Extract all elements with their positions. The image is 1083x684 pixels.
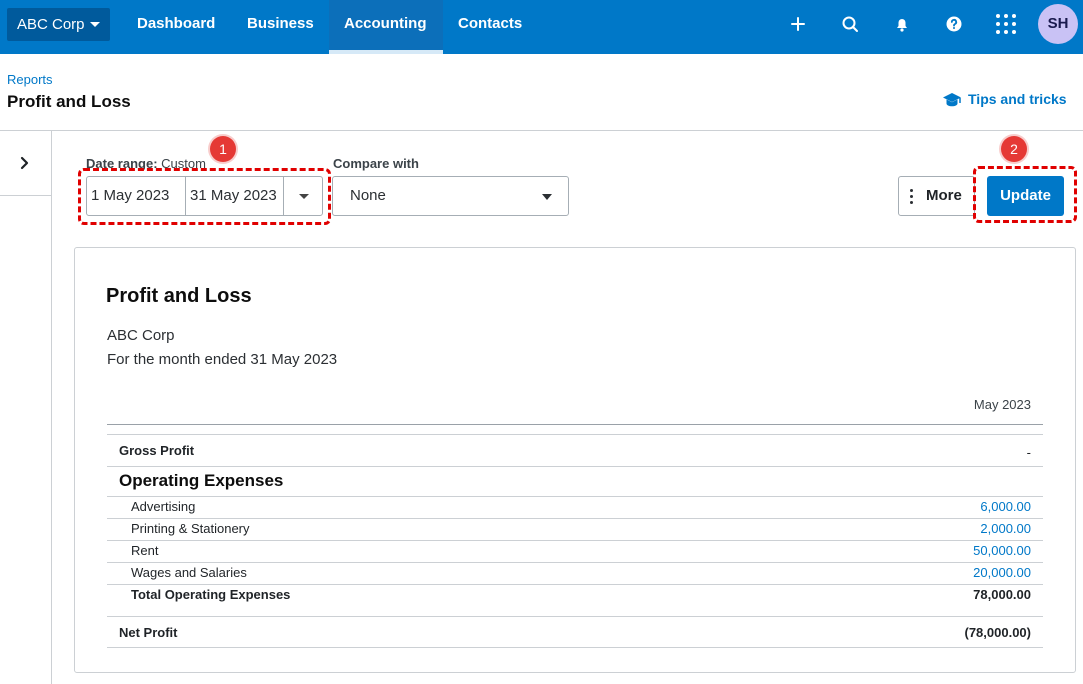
annotation-highlight-update bbox=[973, 166, 1077, 223]
chevron-right-icon bbox=[20, 156, 29, 170]
table-divider bbox=[107, 424, 1043, 425]
table-divider bbox=[107, 562, 1043, 563]
expense-value-rent[interactable]: 50,000.00 bbox=[880, 543, 1031, 558]
search-icon[interactable] bbox=[839, 13, 861, 35]
expense-label-wages: Wages and Salaries bbox=[131, 565, 247, 580]
table-divider bbox=[107, 540, 1043, 541]
header-divider bbox=[0, 130, 1083, 131]
table-divider bbox=[107, 496, 1043, 497]
bell-icon[interactable] bbox=[891, 13, 913, 35]
compare-with-select[interactable]: None bbox=[332, 176, 569, 216]
table-divider bbox=[107, 466, 1043, 467]
expense-label-printing: Printing & Stationery bbox=[131, 521, 250, 536]
more-label: More bbox=[926, 187, 962, 204]
help-icon[interactable] bbox=[943, 13, 965, 35]
annotation-highlight-date-range bbox=[78, 168, 331, 225]
operating-expenses-heading: Operating Expenses bbox=[119, 471, 284, 490]
table-divider bbox=[107, 647, 1043, 648]
report-organisation: ABC Corp bbox=[107, 327, 175, 344]
compare-with-value: None bbox=[350, 187, 386, 204]
report-period: For the month ended 31 May 2023 bbox=[107, 351, 338, 368]
column-header-may-2023: May 2023 bbox=[973, 397, 1031, 412]
compare-with-label: Compare with bbox=[333, 156, 419, 171]
breadcrumb-reports[interactable]: Reports bbox=[7, 72, 53, 87]
table-divider bbox=[107, 518, 1043, 519]
apps-grid-icon[interactable] bbox=[995, 13, 1017, 35]
gross-profit-label: Gross Profit bbox=[119, 443, 195, 458]
table-divider bbox=[107, 584, 1043, 585]
expense-value-advertising[interactable]: 6,000.00 bbox=[880, 499, 1031, 514]
expense-label-advertising: Advertising bbox=[131, 499, 196, 514]
nav-business[interactable]: Business bbox=[247, 0, 314, 54]
plus-icon[interactable] bbox=[787, 13, 809, 35]
organisation-switcher[interactable]: ABC Corp bbox=[7, 8, 110, 41]
table-divider bbox=[107, 434, 1043, 435]
user-avatar[interactable]: SH bbox=[1038, 4, 1078, 44]
nav-accounting[interactable]: Accounting bbox=[329, 0, 443, 54]
expense-value-wages[interactable]: 20,000.00 bbox=[880, 565, 1031, 580]
net-profit-value: (78,000.00) bbox=[964, 625, 1032, 640]
sidebar-expand-button[interactable] bbox=[0, 131, 51, 196]
table-divider bbox=[107, 616, 1043, 617]
page-title: Profit and Loss bbox=[7, 92, 131, 111]
tips-label: Tips and tricks bbox=[968, 91, 1067, 107]
report-card bbox=[74, 247, 1076, 673]
report-title: Profit and Loss bbox=[106, 285, 252, 307]
total-operating-expenses-label: Total Operating Expenses bbox=[131, 587, 291, 602]
vertical-dots-icon bbox=[910, 189, 913, 207]
expense-label-rent: Rent bbox=[131, 543, 159, 558]
nav-contacts[interactable]: Contacts bbox=[458, 0, 522, 54]
graduation-cap-icon bbox=[943, 93, 961, 107]
expense-value-printing[interactable]: 2,000.00 bbox=[880, 521, 1031, 536]
net-profit-label: Net Profit bbox=[119, 625, 178, 640]
caret-down-icon bbox=[90, 22, 100, 27]
organisation-name: ABC Corp bbox=[17, 16, 85, 33]
more-options-button[interactable]: More bbox=[898, 176, 975, 216]
annotation-badge-2: 2 bbox=[1001, 136, 1027, 162]
collapsed-sidebar bbox=[0, 131, 52, 684]
top-navigation-bar: ABC Corp Dashboard Business Accounting C… bbox=[0, 0, 1083, 54]
annotation-badge-1: 1 bbox=[210, 136, 236, 162]
nav-dashboard[interactable]: Dashboard bbox=[137, 0, 215, 54]
gross-profit-value: - bbox=[1026, 445, 1031, 460]
nav-active-indicator bbox=[329, 50, 443, 54]
caret-down-icon bbox=[542, 194, 552, 200]
total-operating-expenses-value: 78,000.00 bbox=[973, 587, 1031, 602]
